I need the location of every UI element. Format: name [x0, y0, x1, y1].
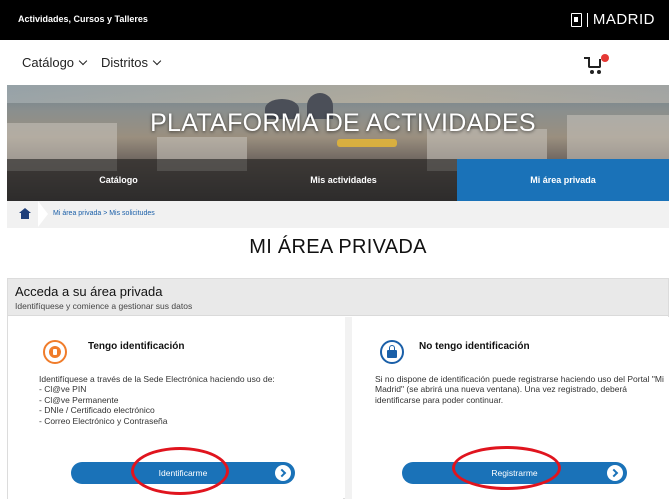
lock-body [387, 350, 397, 358]
brand-name: MADRID [592, 11, 655, 28]
chevron-down-icon [152, 56, 162, 66]
hero-title: PLATAFORMA DE ACTIVIDADES [150, 109, 536, 137]
madrid-brand[interactable]: MADRID [570, 11, 655, 28]
id-card-icon [43, 340, 67, 364]
chevron-down-icon [78, 56, 88, 66]
shopping-cart-icon[interactable] [584, 54, 612, 76]
nav-distritos-label: Distritos [101, 55, 148, 70]
home-base [21, 213, 29, 219]
hero-banner: PLATAFORMA DE ACTIVIDADES Catálogo Mis a… [7, 85, 669, 201]
highlight-ellipse [131, 447, 229, 495]
private-area-panel: Acceda a su área privada Identifíquese y… [7, 278, 669, 499]
tab-mi-area-privada[interactable]: Mi área privada [457, 159, 669, 201]
site-title[interactable]: Actividades, Cursos y Talleres [18, 14, 148, 24]
option-dnie: - DNIe / Certificado electrónico [39, 405, 155, 416]
nav-catalogo-label: Catálogo [22, 55, 75, 70]
option-clave-pin: - Cl@ve PIN [39, 384, 87, 395]
page-title: MI ÁREA PRIVADA [249, 236, 427, 258]
panel-header: Acceda a su área privada Identifíquese y… [8, 279, 668, 316]
breadcrumb-separator [38, 201, 48, 227]
tab-mis-actividades[interactable]: Mis actividades [230, 159, 457, 201]
tab-catalogo[interactable]: Catálogo [7, 159, 230, 201]
arrow-right-circle-icon [607, 465, 623, 481]
have-id-title: Tengo identificación [88, 341, 185, 352]
hero-tabs: Catálogo Mis actividades Mi área privada [7, 159, 669, 201]
breadcrumb: Mi área privada > Mis solicitudes [7, 201, 669, 228]
no-id-title: No tengo identificación [419, 341, 530, 352]
breadcrumb-path[interactable]: Mi área privada > Mis solicitudes [53, 210, 155, 217]
id-icon-notch [53, 349, 57, 355]
main-nav: Catálogo Distritos [0, 40, 669, 86]
madrid-crest-icon [570, 12, 582, 27]
cart-wheel [590, 70, 594, 74]
lock-icon [380, 340, 404, 364]
top-bar: Actividades, Cursos y Talleres MADRID [0, 0, 669, 40]
hero-sky [7, 85, 669, 103]
have-id-intro: Identifíquese a través de la Sede Electr… [39, 374, 275, 384]
home-icon[interactable] [19, 208, 31, 219]
option-clave-permanente: - Cl@ve Permanente [39, 394, 119, 405]
nav-distritos[interactable]: Distritos [101, 55, 162, 70]
cart-badge [601, 54, 609, 62]
nav-catalogo[interactable]: Catálogo [22, 55, 88, 70]
option-email: - Correo Electrónico y Contraseña [39, 415, 168, 426]
have-id-description: Identifíquese a través de la Sede Electr… [39, 374, 329, 426]
highlight-ellipse [452, 446, 561, 490]
hero-gold-ornament [337, 139, 397, 147]
brand-divider [586, 12, 588, 27]
no-id-description: Si no dispone de identificación puede re… [375, 374, 664, 405]
arrow-right-circle-icon [275, 465, 291, 481]
panel-heading: Acceda a su área privada [15, 284, 163, 299]
cart-wheel [597, 70, 601, 74]
panel-subheading: Identifíquese y comience a gestionar sus… [15, 301, 193, 311]
cart-basket [588, 59, 601, 68]
